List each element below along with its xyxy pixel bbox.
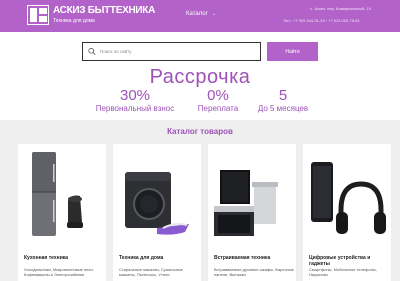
catalog-section: Каталог товаров Кухонная техника Холодил… <box>0 120 400 281</box>
logo-mark-icon <box>27 5 49 25</box>
site-header: АСКИЗ БЫТТЕХНИКА Техника для дома Катало… <box>0 0 400 32</box>
category-description: Холодильники, Микроволновые печи, Кофема… <box>24 267 94 277</box>
search-icon <box>88 47 96 55</box>
stat-value: 5 <box>278 87 288 104</box>
catalog-menu-button[interactable]: Каталог ⌄ <box>186 11 216 17</box>
logo-subtitle: Техника для дома <box>53 18 95 24</box>
chevron-down-icon: ⌄ <box>211 11 217 17</box>
category-card-digital[interactable]: Цифровые устройства и гаджеты Смартфоны,… <box>303 144 391 281</box>
category-description: Смартфоны, Мобильные телефоны, Наушники <box>309 267 377 277</box>
category-title: Встраиваемая техника <box>214 255 271 261</box>
installment-title: Рассрочка <box>149 66 251 88</box>
phone-numbers[interactable]: Тел.: +7 929 344-91-25 / +7 913 053-79-8… <box>283 18 360 23</box>
smartphone-headphones-icon <box>311 162 386 234</box>
category-description: Стиральные машины, Сушильные машины, Пыл… <box>119 267 184 277</box>
address-text: с. Аскиз, пер. Коммунальный, 10 <box>310 6 371 11</box>
search-input[interactable] <box>100 44 250 59</box>
category-card-built-in[interactable]: Встраиваемая техника Встраиваемые духовы… <box>208 144 296 281</box>
search-box <box>82 42 261 61</box>
category-description: Встраиваемые духовые шкафы, Варочные пан… <box>214 267 294 277</box>
catalog-heading: Каталог товаров <box>167 127 233 136</box>
stat-months: 5 До 5 месяцев <box>243 87 323 114</box>
category-card-home[interactable]: Техника для дома Стиральные машины, Суши… <box>113 144 201 281</box>
category-card-kitchen[interactable]: Кухонная техника Холодильники, Микроволн… <box>18 144 106 281</box>
logo-title: АСКИЗ БЫТТЕХНИКА <box>53 5 155 16</box>
category-title: Кухонная техника <box>24 255 69 261</box>
oven-icon <box>214 170 278 236</box>
category-title: Цифровые устройства и гаджеты <box>309 255 371 267</box>
logo[interactable]: АСКИЗ БЫТТЕХНИКА Техника для дома <box>27 3 157 29</box>
washing-machine-icon <box>125 172 189 235</box>
catalog-menu-label: Каталог <box>186 11 208 17</box>
stat-initial-payment: 30% Первональный взнос <box>95 87 175 114</box>
stat-label: Первональный взнос <box>95 104 175 113</box>
search-button[interactable]: Найти <box>267 42 318 61</box>
refrigerator-icon <box>32 152 83 236</box>
category-title: Техника для дома <box>119 255 164 261</box>
stat-value: 30% <box>119 87 151 104</box>
stat-label: До 5 месяцев <box>257 104 309 113</box>
